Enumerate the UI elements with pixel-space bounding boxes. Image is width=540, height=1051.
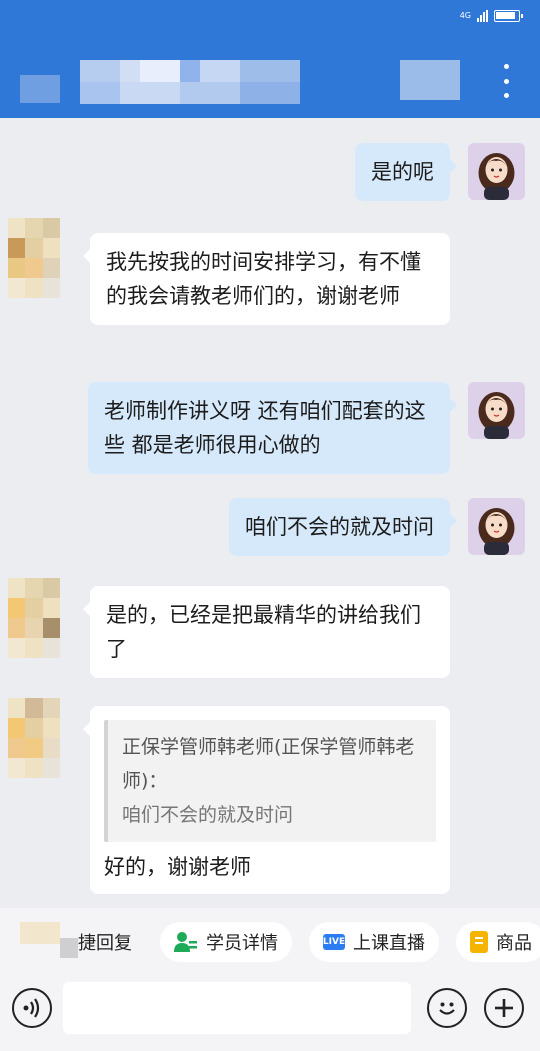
quick-reply-label: 捷回复	[78, 933, 132, 954]
battery-icon	[494, 10, 523, 22]
goods-chip[interactable]: 商品	[456, 922, 540, 962]
live-class-label: 上课直播	[353, 933, 425, 954]
voice-input-button[interactable]	[12, 988, 52, 1028]
status-bar: 4G	[459, 10, 523, 22]
quoted-text: 咱们不会的就及时问	[122, 804, 294, 826]
emoji-button[interactable]	[427, 988, 467, 1028]
quick-reply-chip[interactable]: 捷回复	[64, 922, 146, 962]
teacher-avatar[interactable]	[468, 143, 525, 200]
smiley-icon	[439, 1002, 455, 1015]
chat-message-list[interactable]: 是的呢 我先按我的时间安排学习，有不懂的我会请教老师们的，谢谢老师 老师制作讲义…	[0, 118, 540, 908]
student-avatar[interactable]	[8, 578, 60, 658]
teacher-avatar[interactable]	[468, 382, 525, 439]
goods-icon	[470, 931, 488, 953]
student-avatar[interactable]	[8, 218, 60, 298]
live-icon: LIVE	[323, 934, 345, 950]
message-text-input[interactable]	[63, 982, 411, 1034]
contact-name-title	[80, 60, 300, 106]
quick-bar-mosaic	[20, 922, 60, 944]
reply-text: 好的，谢谢老师	[104, 855, 251, 879]
app-header: 4G	[0, 0, 540, 118]
student-avatar[interactable]	[8, 698, 60, 778]
quoted-author: 正保学管师韩老师(正保学管师韩老师)：	[122, 736, 415, 792]
more-actions-button[interactable]	[484, 988, 524, 1028]
message-bubble-incoming[interactable]: 是的，已经是把最精华的讲给我们了	[83, 586, 450, 678]
signal-icon	[477, 10, 488, 22]
message-bubble-incoming-reply[interactable]: 正保学管师韩老师(正保学管师韩老师)： 咱们不会的就及时问 好的，谢谢老师	[83, 706, 450, 894]
student-detail-label: 学员详情	[206, 933, 278, 954]
message-bubble-incoming[interactable]: 我先按我的时间安排学习，有不懂的我会请教老师们的，谢谢老师	[83, 233, 450, 325]
more-vertical-icon[interactable]	[500, 64, 512, 98]
message-bubble-outgoing[interactable]: 老师制作讲义呀 还有咱们配套的这些 都是老师很用心做的	[88, 382, 457, 474]
plus-icon	[495, 999, 513, 1017]
message-bubble-outgoing[interactable]: 是的呢	[355, 143, 457, 201]
teacher-avatar[interactable]	[468, 498, 525, 555]
student-detail-chip[interactable]: 学员详情	[160, 922, 292, 962]
quoted-message[interactable]: 正保学管师韩老师(正保学管师韩老师)： 咱们不会的就及时问	[104, 720, 436, 842]
voice-icon	[23, 998, 40, 1018]
header-mosaic	[400, 60, 460, 100]
goods-label: 商品	[496, 933, 532, 954]
message-input-bar	[0, 976, 540, 1051]
back-button[interactable]	[20, 75, 60, 103]
quick-action-bar[interactable]: 捷回复 学员详情 LIVE 上课直播 商品	[0, 908, 540, 976]
person-detail-icon	[174, 931, 198, 953]
network-type-label: 4G	[459, 11, 471, 20]
message-bubble-outgoing[interactable]: 咱们不会的就及时问	[229, 498, 457, 556]
live-class-chip[interactable]: LIVE 上课直播	[309, 922, 439, 962]
